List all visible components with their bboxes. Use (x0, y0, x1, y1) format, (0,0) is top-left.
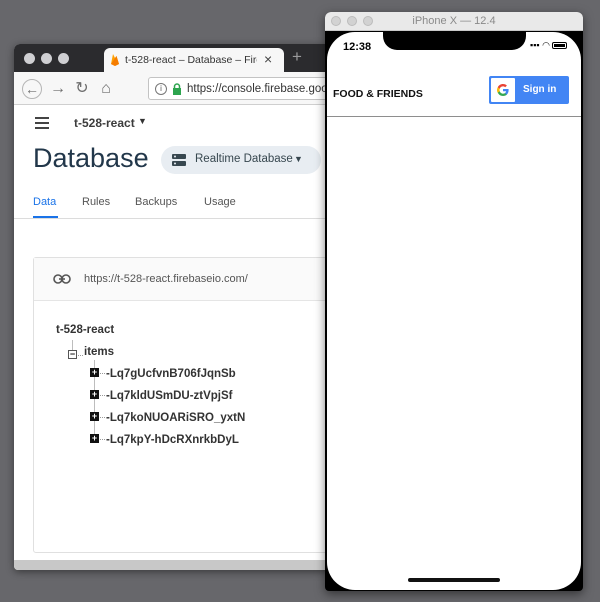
info-icon[interactable]: i (155, 83, 167, 95)
tab-close-icon[interactable]: × (264, 51, 272, 67)
browser-toolbar: ← → ↻ ⌂ i https://console.firebase.googl… (14, 72, 336, 105)
caret-down-icon[interactable]: ▼ (138, 116, 147, 126)
tree-connector (100, 439, 105, 440)
status-time: 12:38 (343, 41, 372, 53)
sign-in-label: Sign in (523, 84, 557, 95)
expand-icon[interactable]: + (90, 368, 99, 377)
tree-node-key[interactable]: -Lq7koNUOARiSRO_yxtN (106, 412, 245, 424)
database-tabs: Data Rules Backups Usage (14, 188, 336, 219)
firebase-flame-icon (111, 54, 119, 66)
google-sign-in-button[interactable]: Sign in (489, 76, 569, 104)
new-tab-icon[interactable]: + (292, 47, 302, 67)
tree-connector (100, 373, 105, 374)
tab-usage[interactable]: Usage (204, 196, 236, 208)
simulator-title: iPhone X — 12.4 (412, 15, 496, 27)
tree-node-key[interactable]: -Lq7gUcfvnB706fJqnSb (106, 368, 236, 380)
hamburger-menu-icon[interactable] (35, 117, 49, 132)
tree-node-key[interactable]: -Lq7kpY-hDcRXnrkbDyL (106, 434, 239, 446)
forward-arrow-icon[interactable]: → (48, 79, 68, 99)
database-icon (172, 154, 186, 166)
project-selector[interactable]: t-528-react (74, 116, 135, 130)
simulator-window: iPhone X — 12.4 12:38 ▪▪▪ ◠ FOOD & FRIEN… (325, 12, 583, 591)
app-header: FOOD & FRIENDS Sign in (327, 74, 581, 117)
reload-icon[interactable]: ↻ (72, 79, 92, 99)
tab-data[interactable]: Data (33, 196, 56, 208)
battery-icon (551, 42, 567, 50)
browser-tab-title: t-528-react – Database – Firebase (125, 54, 257, 66)
browser-tab-firebase[interactable]: t-528-react – Database – Firebase × (104, 48, 284, 72)
tree-node-items[interactable]: items (84, 346, 114, 358)
tree-connector (78, 355, 83, 356)
minimize-window-button[interactable] (41, 53, 52, 64)
google-logo-icon (491, 78, 515, 102)
signal-icon: ▪▪▪ (530, 40, 540, 50)
address-bar[interactable]: i https://console.firebase.google.com (148, 77, 336, 100)
expand-icon[interactable]: + (90, 412, 99, 421)
close-window-button[interactable] (24, 53, 35, 64)
database-type-label: Realtime Database (195, 153, 293, 165)
tree-root-node[interactable]: t-528-react (56, 324, 114, 336)
zoom-window-button[interactable] (58, 53, 69, 64)
app-title: FOOD & FRIENDS (333, 88, 423, 100)
database-type-dropdown[interactable]: Realtime Database ▼ (161, 146, 321, 174)
tree-node-key[interactable]: -Lq7kldUSmDU-ztVpjSf (106, 390, 233, 402)
collapse-icon[interactable]: − (68, 350, 77, 359)
back-arrow-icon[interactable]: ← (22, 79, 42, 99)
simulator-title-bar: iPhone X — 12.4 (325, 12, 583, 31)
tab-rules[interactable]: Rules (82, 196, 110, 208)
tab-backups[interactable]: Backups (135, 196, 177, 208)
link-icon (53, 274, 71, 284)
url-text: https://console.firebase.google.com (187, 83, 336, 95)
database-url-bar: https://t-528-react.firebaseio.com/ (34, 258, 336, 301)
expand-icon[interactable]: + (90, 390, 99, 399)
wifi-icon: ◠ (542, 40, 550, 50)
home-indicator[interactable] (408, 578, 500, 582)
expand-icon[interactable]: + (90, 434, 99, 443)
notch (383, 32, 526, 50)
iphone-screen: 12:38 ▪▪▪ ◠ FOOD & FRIENDS Sign in (327, 32, 581, 590)
tree-connector (100, 395, 105, 396)
caret-down-icon: ▼ (294, 154, 303, 164)
browser-window: t-528-react – Database – Firebase × + ← … (14, 44, 336, 570)
data-viewer-card: https://t-528-react.firebaseio.com/ t-52… (33, 257, 336, 553)
browser-tab-bar: t-528-react – Database – Firebase × + (14, 44, 336, 72)
status-icons: ▪▪▪ ◠ (530, 40, 567, 51)
lock-icon (173, 83, 181, 95)
home-icon[interactable]: ⌂ (96, 79, 116, 99)
tree-connector (100, 417, 105, 418)
browser-scrollbar[interactable] (14, 560, 336, 570)
database-url: https://t-528-react.firebaseio.com/ (84, 273, 248, 285)
active-tab-indicator (33, 216, 58, 218)
page-title: Database (33, 143, 149, 173)
google-g-icon (497, 84, 509, 96)
